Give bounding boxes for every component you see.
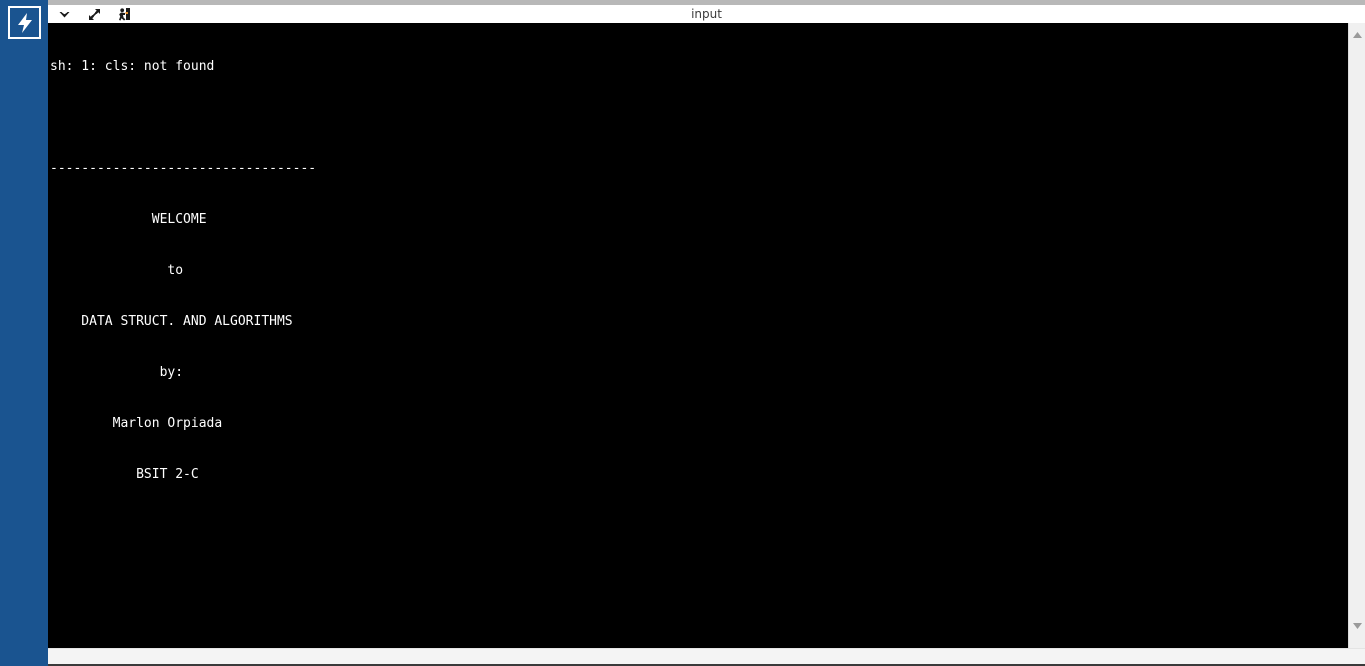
scrollbar-down-arrow-icon[interactable] — [1349, 617, 1365, 634]
chevron-down-icon[interactable] — [56, 6, 73, 23]
banner-welcome: WELCOME — [50, 212, 207, 227]
window-title: input — [691, 7, 722, 21]
scrollbar-up-arrow-icon[interactable] — [1349, 26, 1365, 43]
banner-by: by: — [50, 365, 184, 380]
window-toolbar — [56, 5, 133, 23]
terminal-line: sh: 1: cls: not found — [50, 59, 215, 74]
banner-author: Marlon Orpiada — [50, 416, 223, 431]
terminal-separator-top: ---------------------------------- — [50, 161, 317, 176]
terminal-body[interactable]: sh: 1: cls: not found ------------------… — [48, 23, 1348, 646]
launcher-sidebar-bottom — [0, 648, 48, 666]
banner-course: DATA STRUCT. AND ALGORITHMS — [50, 314, 293, 329]
launcher-sidebar — [0, 0, 48, 666]
banner-to: to — [50, 263, 184, 278]
person-run-icon[interactable] — [116, 6, 133, 23]
banner-section: BSIT 2-C — [50, 467, 199, 482]
expand-arrows-icon[interactable] — [86, 6, 103, 23]
screen-root: input sh: 1: cls: not found ------------… — [0, 0, 1365, 666]
lightning-bolt-icon[interactable] — [8, 6, 41, 39]
terminal-text: sh: 1: cls: not found ------------------… — [50, 24, 473, 646]
window-titlebar: input — [48, 5, 1365, 23]
vertical-scrollbar[interactable] — [1348, 23, 1365, 648]
